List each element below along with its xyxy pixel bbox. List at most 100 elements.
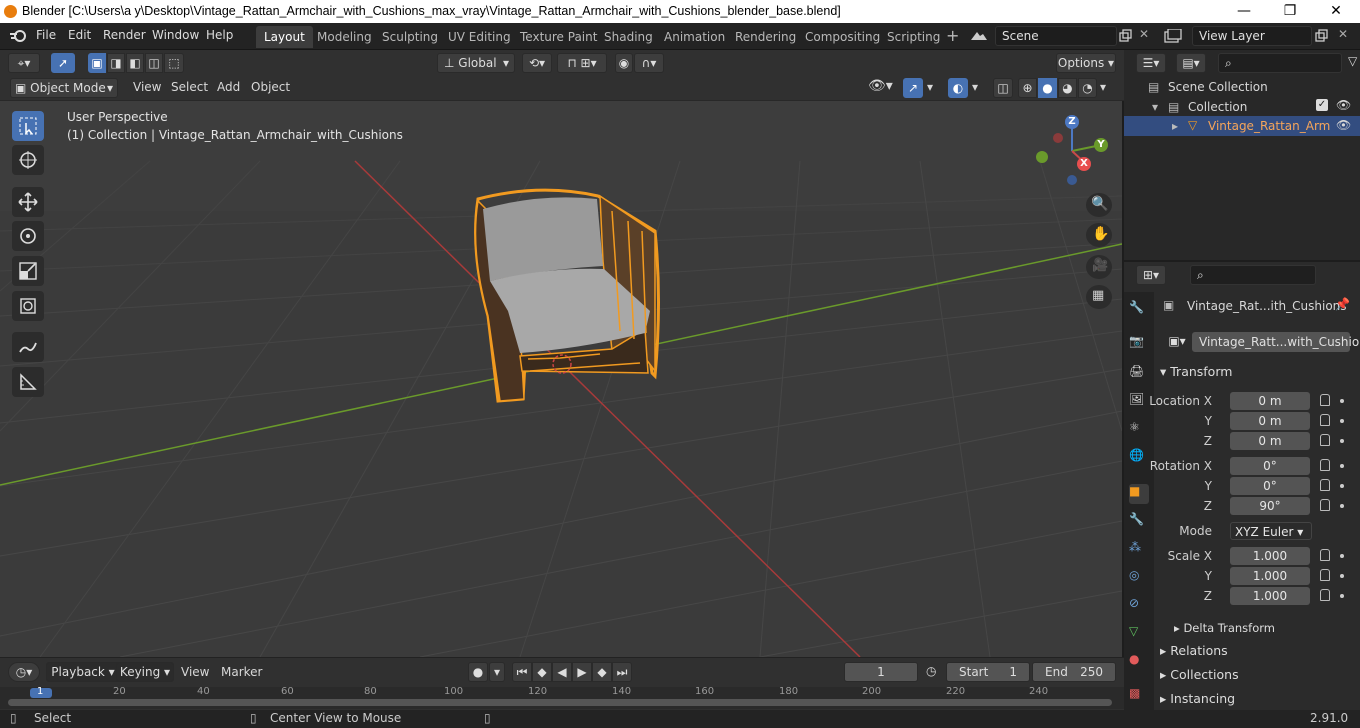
tool-tab-icon[interactable]: 🔧	[1129, 300, 1149, 320]
lock-icon[interactable]	[1320, 479, 1330, 491]
transform-tool-icon[interactable]	[12, 291, 44, 321]
mode-subtract-icon[interactable]: ◧	[126, 53, 144, 73]
gizmo-toggle-icon[interactable]: ↗	[903, 78, 923, 98]
scale-z-field[interactable]: 1.000	[1230, 587, 1310, 605]
wireframe-shading-icon[interactable]: ⊕	[1018, 78, 1037, 98]
menu-help[interactable]: Help	[206, 28, 233, 42]
mode-intersect-icon[interactable]: ⬚	[164, 53, 184, 73]
world-tab-icon[interactable]: 🌐	[1129, 448, 1149, 468]
properties-search-input[interactable]: ⌕	[1190, 265, 1316, 285]
mode-dropdown[interactable]: ▣ Object Mode ▾	[10, 78, 118, 98]
lock-icon[interactable]	[1320, 549, 1330, 561]
select-box-tool-icon[interactable]: ➚	[51, 53, 75, 73]
timeline-menu-view[interactable]: View	[181, 665, 209, 679]
transform-section-header[interactable]: ▾ Transform	[1160, 361, 1356, 383]
rotation-mode-dropdown[interactable]: XYZ Euler ▾	[1230, 522, 1312, 540]
minimize-button[interactable]: —	[1221, 0, 1267, 23]
lock-icon[interactable]	[1320, 569, 1330, 581]
menu-window[interactable]: Window	[152, 28, 199, 42]
delete-view-layer-icon[interactable]: ✕	[1338, 27, 1348, 41]
delete-scene-icon[interactable]: ✕	[1139, 27, 1149, 41]
menu-object[interactable]: Object	[251, 80, 290, 94]
collection-label[interactable]: Collection	[1188, 100, 1247, 114]
lock-icon[interactable]	[1320, 394, 1330, 406]
move-tool-icon[interactable]	[12, 187, 44, 217]
gizmo-y-label[interactable]: Y	[1094, 138, 1108, 152]
pivot-point-icon[interactable]: ⟲▾	[522, 53, 552, 73]
keyframe-dot-icon[interactable]	[1340, 464, 1344, 468]
display-mode-icon[interactable]: ▤▾	[1176, 53, 1206, 73]
tab-animation[interactable]: Animation	[656, 26, 733, 48]
outliner-editor-type-icon[interactable]: ☰▾	[1136, 53, 1166, 73]
output-tab-icon[interactable]: 🖨	[1129, 364, 1149, 384]
tab-layout[interactable]: Layout	[256, 26, 313, 48]
lock-icon[interactable]	[1320, 589, 1330, 601]
view-layer-field[interactable]: View Layer	[1192, 26, 1312, 46]
copy-scene-icon[interactable]	[1118, 29, 1132, 43]
pan-hand-icon[interactable]: ✋	[1086, 223, 1112, 247]
rotate-tool-icon[interactable]	[12, 221, 44, 251]
overlay-toggle-icon[interactable]: ◐	[948, 78, 968, 98]
expand-icon[interactable]: ▸	[1172, 119, 1178, 133]
collection-visibility-icon[interactable]: 👁	[1336, 98, 1351, 112]
tab-shading[interactable]: Shading	[596, 26, 661, 48]
lock-icon[interactable]	[1320, 459, 1330, 471]
location-y-field[interactable]: 0 m	[1230, 412, 1310, 430]
current-frame-field[interactable]: 1	[844, 662, 918, 682]
select-tool-icon[interactable]	[12, 111, 44, 141]
scale-tool-icon[interactable]	[12, 256, 44, 286]
pin-icon[interactable]: 📌	[1335, 297, 1350, 311]
mode-new-icon[interactable]: ▣	[88, 53, 106, 73]
falloff-icon[interactable]: ∩▾	[634, 53, 664, 73]
object-name-field[interactable]: Vintage_Ratt...with_Cushions	[1192, 332, 1360, 352]
collection-checkbox[interactable]: ✓	[1316, 99, 1328, 111]
keying-options-icon[interactable]: ▾	[489, 662, 505, 682]
collections-section-header[interactable]: ▸ Collections	[1160, 664, 1356, 686]
annotate-tool-icon[interactable]	[12, 332, 44, 362]
properties-editor-type-icon[interactable]: ⊞▾	[1136, 265, 1166, 285]
material-tab-icon[interactable]: ●	[1129, 652, 1149, 672]
jump-end-icon[interactable]: ⏭	[612, 662, 632, 682]
proportional-editing-icon[interactable]: ◉	[615, 53, 633, 73]
editor-type-icon[interactable]: ⌖▾	[8, 53, 40, 73]
lock-icon[interactable]	[1320, 434, 1330, 446]
object-browse-icon[interactable]: ▣▾	[1163, 332, 1191, 352]
snap-icon[interactable]: ⊓ ⊞▾	[557, 53, 607, 73]
texture-tab-icon[interactable]: ▩	[1129, 686, 1149, 706]
scene-icon[interactable]	[969, 28, 989, 44]
prev-keyframe-icon[interactable]: ◆	[532, 662, 552, 682]
keyframe-dot-icon[interactable]	[1340, 399, 1344, 403]
scene-field[interactable]: Scene	[995, 26, 1117, 46]
scene-tab-icon[interactable]: ⚛	[1129, 420, 1149, 440]
lock-icon[interactable]	[1320, 414, 1330, 426]
rotation-x-field[interactable]: 0°	[1230, 457, 1310, 475]
keyframe-dot-icon[interactable]	[1340, 419, 1344, 423]
keyframe-dot-icon[interactable]	[1340, 574, 1344, 578]
jump-start-icon[interactable]: ⏮	[512, 662, 532, 682]
outliner-search-input[interactable]: ⌕	[1218, 53, 1342, 73]
menu-edit[interactable]: Edit	[68, 28, 91, 42]
keyframe-dot-icon[interactable]	[1340, 594, 1344, 598]
mode-extend-icon[interactable]: ◨	[107, 53, 125, 73]
data-tab-icon[interactable]: ▽	[1129, 624, 1149, 644]
instancing-section-header[interactable]: ▸ Instancing	[1160, 688, 1356, 710]
menu-view[interactable]: View	[133, 80, 161, 94]
object-visibility-icon[interactable]: 👁	[1336, 118, 1351, 132]
tab-modeling[interactable]: Modeling	[309, 26, 380, 48]
close-button[interactable]: ✕	[1313, 0, 1359, 23]
zoom-icon[interactable]: 🔍	[1086, 193, 1112, 217]
filter-icon[interactable]: ▽	[1348, 54, 1357, 68]
copy-view-layer-icon[interactable]	[1314, 29, 1328, 43]
auto-keying-icon[interactable]: ●	[468, 662, 488, 682]
next-keyframe-icon[interactable]: ◆	[592, 662, 612, 682]
object-tab-icon[interactable]: ■	[1129, 484, 1149, 504]
visibility-icon[interactable]: 👁▾	[868, 78, 893, 94]
mode-difference-icon[interactable]: ◫	[145, 53, 163, 73]
maximize-button[interactable]: ❐	[1267, 0, 1313, 23]
menu-add[interactable]: Add	[217, 80, 240, 94]
location-z-field[interactable]: 0 m	[1230, 432, 1310, 450]
tab-compositing[interactable]: Compositing	[797, 26, 888, 48]
relations-section-header[interactable]: ▸ Relations	[1160, 640, 1356, 662]
menu-render[interactable]: Render	[103, 28, 146, 42]
render-tab-icon[interactable]: 📷	[1129, 334, 1149, 354]
